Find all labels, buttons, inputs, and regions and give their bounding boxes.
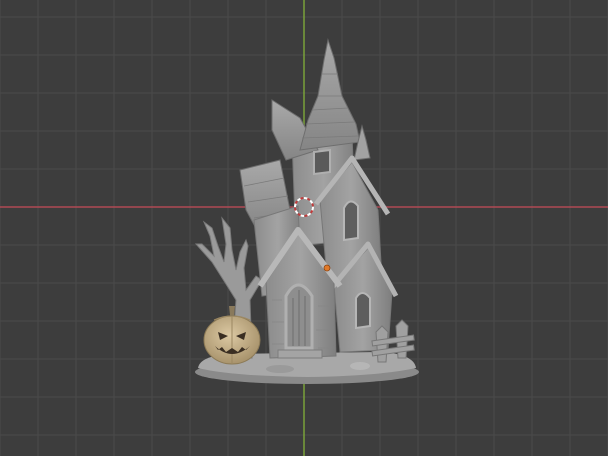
- viewport-canvas[interactable]: [0, 0, 608, 456]
- object-origin[interactable]: [323, 264, 331, 272]
- 3d-viewport[interactable]: [0, 0, 608, 456]
- tall-spire[interactable]: [299, 38, 361, 151]
- jack-o-lantern[interactable]: [203, 306, 261, 365]
- haunted-house-model[interactable]: [194, 38, 419, 384]
- lower-right-window[interactable]: [355, 292, 371, 330]
- upper-window[interactable]: [313, 148, 331, 176]
- right-window[interactable]: [343, 200, 359, 242]
- front-steps[interactable]: [277, 349, 323, 359]
